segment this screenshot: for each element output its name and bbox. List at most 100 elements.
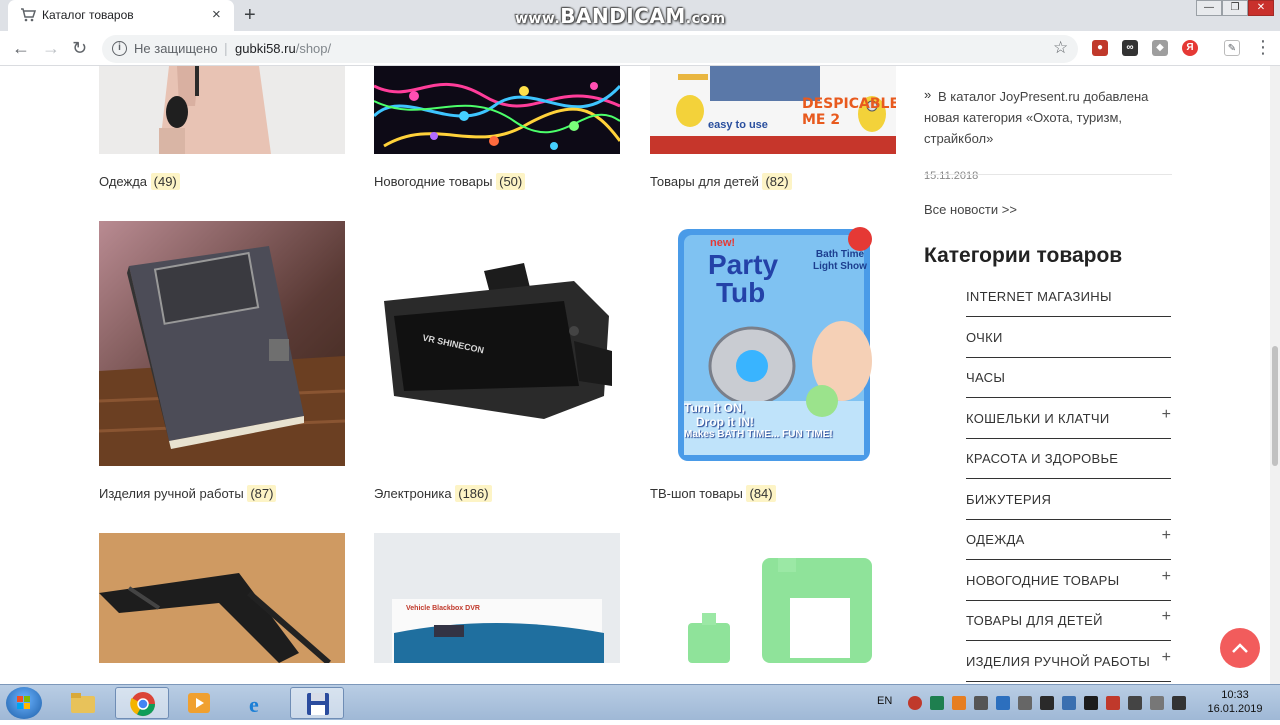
start-button[interactable]	[6, 687, 42, 719]
easy-to-use-label: easy to use	[708, 119, 768, 131]
language-indicator[interactable]: EN	[877, 695, 892, 707]
category-item[interactable]: INTERNET МАГАЗИНЫ	[966, 277, 1171, 317]
expand-plus-icon[interactable]: +	[1162, 406, 1171, 424]
tray-icon-12[interactable]	[1150, 696, 1164, 710]
category-item[interactable]: ОДЕЖДА +	[966, 520, 1171, 560]
yandex-icon[interactable]: Я	[1182, 40, 1198, 56]
browser-tab-bar: Каталог товаров × + www.BANDICAM.com — ❐…	[0, 0, 1280, 31]
system-clock[interactable]: 10:33 16.01.2019	[1205, 688, 1265, 716]
tray-icon-6[interactable]	[1018, 696, 1032, 710]
tray-icon-9[interactable]	[1084, 696, 1098, 710]
extension-icon-2[interactable]: ∞	[1122, 40, 1138, 56]
category-item[interactable]: ИЗДЕЛИЯ РУЧНОЙ РАБОТЫ +	[966, 642, 1171, 682]
tray-icon-11[interactable]	[1128, 696, 1142, 710]
windows-logo-icon	[17, 696, 30, 709]
forward-arrow-icon[interactable]: →	[42, 37, 60, 59]
tray-icon-3[interactable]	[952, 696, 966, 710]
maximize-button[interactable]: ❐	[1222, 0, 1248, 16]
tray-icon-4[interactable]	[974, 696, 988, 710]
cleaning-bottles-image[interactable]	[650, 533, 896, 663]
bandicam-watermark: www.BANDICAM.com	[515, 4, 726, 28]
handmade-book-image[interactable]	[99, 221, 345, 466]
crossbow-image[interactable]	[99, 533, 345, 663]
url-input[interactable]: i Не защищено | gubki58.ru/shop/ ☆	[102, 35, 1078, 63]
category-item[interactable]: БИЖУТЕРИЯ	[966, 480, 1171, 520]
extension-icon-5[interactable]: ✎	[1224, 40, 1240, 56]
product-caption[interactable]: Одежда (49)	[99, 173, 180, 190]
scroll-thumb[interactable]	[1272, 346, 1278, 466]
product-caption[interactable]: Изделия ручной работы (87)	[99, 485, 277, 502]
tray-icon-8[interactable]	[1062, 696, 1076, 710]
record-icon[interactable]	[908, 696, 922, 710]
network-icon[interactable]	[1106, 696, 1120, 710]
category-label: INTERNET МАГАЗИНЫ	[966, 289, 1112, 304]
tray-icon-2[interactable]	[930, 696, 944, 710]
all-news-link[interactable]: Все новости >>	[924, 202, 1017, 217]
category-item[interactable]: ОЧКИ	[966, 318, 1171, 358]
url-separator: |	[224, 40, 228, 56]
bookmark-star-icon[interactable]: ☆	[1053, 38, 1068, 58]
category-item[interactable]: ТОВАРЫ ДЛЯ ДЕТЕЙ +	[966, 601, 1171, 641]
category-label: ОДЕЖДА	[966, 532, 1025, 547]
category-label: ИЗДЕЛИЯ РУЧНОЙ РАБОТЫ	[966, 653, 1151, 669]
page-scrollbar[interactable]	[1270, 66, 1280, 684]
category-item[interactable]: КОШЕЛЬКИ И КЛАТЧИ +	[966, 399, 1171, 439]
news-text[interactable]: В каталог JoyPresent.ru добавлена новая …	[924, 86, 1164, 149]
close-icon[interactable]: ×	[212, 6, 221, 24]
vr-headset-image[interactable]: VR SHINECON	[374, 221, 620, 466]
category-label: ОЧКИ	[966, 329, 1003, 345]
menu-icon[interactable]: ⋮	[1254, 36, 1272, 58]
floppy-disk-icon	[307, 693, 329, 715]
extension-icon-1[interactable]: ●	[1092, 40, 1108, 56]
minimize-button[interactable]: —	[1196, 0, 1222, 16]
category-item[interactable]: КРАСОТА И ЗДОРОВЬЕ	[966, 439, 1171, 479]
news-divider	[924, 174, 1172, 175]
clock-time: 10:33	[1221, 689, 1249, 701]
product-caption[interactable]: Товары для детей (82)	[650, 173, 792, 190]
product-caption[interactable]: Новогодние товары (50)	[374, 173, 526, 190]
category-item[interactable]: ЧАСЫ	[966, 358, 1171, 398]
address-toolbar: ← → ↻ i Не защищено | gubki58.ru/shop/ ☆…	[0, 31, 1280, 66]
save-app-taskbar-button[interactable]	[290, 687, 344, 719]
expand-plus-icon[interactable]: +	[1162, 649, 1171, 667]
new-tab-button[interactable]: +	[244, 3, 256, 27]
expand-plus-icon[interactable]: +	[1162, 568, 1171, 586]
tub-title: Tub	[716, 277, 766, 308]
tab-catalog[interactable]: Каталог товаров ×	[8, 0, 234, 31]
bluetooth-icon[interactable]	[996, 696, 1010, 710]
category-label: НОВОГОДНИЕ ТОВАРЫ	[966, 572, 1120, 588]
category-item[interactable]: НОВОГОДНИЕ ТОВАРЫ +	[966, 561, 1171, 601]
media-player-taskbar-button[interactable]	[172, 687, 226, 719]
product-caption[interactable]: ТВ-шоп товары (84)	[650, 485, 776, 502]
clock-date: 16.01.2019	[1207, 703, 1263, 715]
window-close-button[interactable]: ✕	[1248, 0, 1274, 16]
ie-taskbar-button[interactable]: e	[231, 687, 285, 719]
expand-plus-icon[interactable]: +	[1162, 608, 1171, 626]
chrome-taskbar-button[interactable]	[115, 687, 169, 719]
expand-plus-icon[interactable]: +	[1162, 527, 1171, 545]
clothing-image[interactable]	[99, 66, 345, 154]
new-label: new!	[710, 237, 736, 249]
reload-icon[interactable]: ↻	[72, 37, 87, 59]
volume-icon[interactable]	[1172, 696, 1186, 710]
category-label: ЧАСЫ	[966, 370, 1006, 385]
category-label: КРАСОТА И ЗДОРОВЬЕ	[966, 451, 1119, 466]
back-arrow-icon[interactable]: ←	[12, 37, 30, 59]
product-caption[interactable]: Электроника (186)	[374, 485, 492, 502]
tray-icon-7[interactable]	[1040, 696, 1054, 710]
back-to-top-button[interactable]	[1220, 628, 1260, 668]
shield-icon[interactable]: ◆	[1152, 40, 1168, 56]
windows-taskbar: e EN 10:33 16.01.2019	[0, 684, 1280, 720]
party-tub-image[interactable]: new! Party Tub Bath Time Light Show Turn…	[650, 221, 896, 466]
kids-toy-image[interactable]: DESPICABLE ME 2 easy to use	[650, 66, 896, 154]
category-label: БИЖУТЕРИЯ	[966, 491, 1052, 507]
news-date: 15.11.2018	[924, 170, 979, 182]
despicable-logo: DESPICABLE ME 2	[802, 96, 896, 128]
explorer-taskbar-button[interactable]	[56, 687, 110, 719]
dvr-mirror-image[interactable]: Vehicle Blackbox DVR	[374, 533, 620, 663]
garland-image[interactable]	[374, 66, 620, 154]
chrome-icon	[130, 692, 155, 717]
url-text: gubki58.ru/shop/	[235, 41, 332, 56]
cart-icon	[20, 8, 37, 22]
info-icon[interactable]: i	[112, 41, 127, 56]
